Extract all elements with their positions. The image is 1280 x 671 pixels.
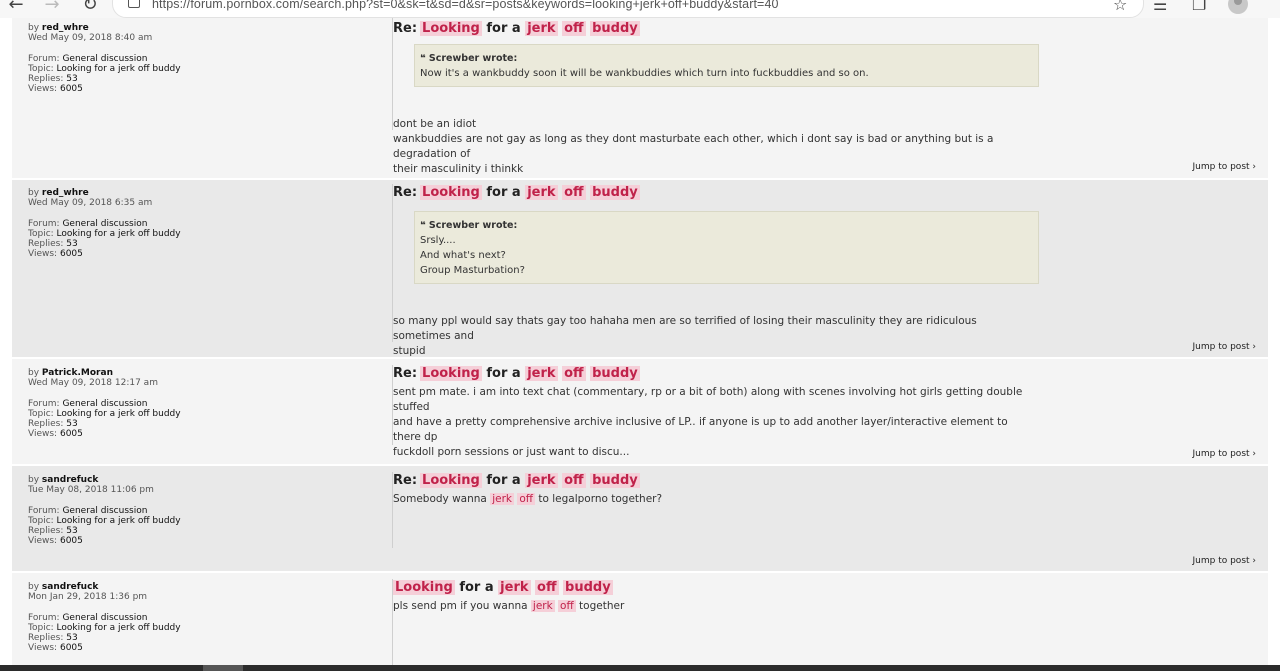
post-date: Tue May 08, 2018 11:06 pm xyxy=(28,485,154,496)
post-title-link[interactable]: Re: Looking for a jerk off buddy xyxy=(393,472,1033,490)
post-title-link[interactable]: Re: Looking for a jerk off buddy xyxy=(393,20,1033,38)
quote-block: ❝ Screwber wrote: Now it's a wankbuddy s… xyxy=(414,44,1039,87)
post-body: Re: Looking for a jerk off buddy ❝ Screwb… xyxy=(393,184,1039,359)
topic-link[interactable]: Looking for a jerk off buddy xyxy=(57,516,181,526)
post-meta: by sandrefuck Tue May 08, 2018 11:06 pm … xyxy=(28,475,181,547)
jump-to-post-link[interactable]: Jump to post › xyxy=(1193,449,1257,459)
post-title-link[interactable]: Looking for a jerk off buddy xyxy=(393,579,1033,597)
forum-link[interactable]: General discussion xyxy=(62,219,147,229)
post-date: Wed May 09, 2018 6:35 am xyxy=(28,198,153,209)
forum-link[interactable]: General discussion xyxy=(62,399,147,409)
post-meta: by red_whre Wed May 09, 2018 8:40 am For… xyxy=(28,23,181,95)
post-content: so many ppl would say thats gay too haha… xyxy=(393,315,977,357)
post-content: sent pm mate. i am into text chat (comme… xyxy=(393,386,1023,458)
topic-link[interactable]: Looking for a jerk off buddy xyxy=(57,64,181,74)
post-body: Looking for a jerk off buddy pls send pm… xyxy=(393,579,1033,614)
favorites-list-icon[interactable]: ☰ xyxy=(1153,0,1167,14)
taskbar-strip xyxy=(0,665,1280,671)
refresh-icon[interactable]: ↻ xyxy=(78,0,102,16)
topic-link[interactable]: Looking for a jerk off buddy xyxy=(57,229,181,239)
topic-link[interactable]: Looking for a jerk off buddy xyxy=(57,409,181,419)
post-content: Somebody wanna jerk off to legalporno to… xyxy=(393,493,663,505)
profile-avatar-icon[interactable] xyxy=(1228,0,1248,14)
author-link[interactable]: red_whre xyxy=(42,188,89,198)
search-result-post: by red_whre Wed May 09, 2018 6:35 am For… xyxy=(12,180,1268,357)
jump-to-post-link[interactable]: Jump to post › xyxy=(1193,556,1257,566)
forum-link[interactable]: General discussion xyxy=(62,613,147,623)
post-body: Re: Looking for a jerk off buddy Somebody… xyxy=(393,472,1033,507)
post-content: dont be an idiot wankbuddies are not gay… xyxy=(393,118,994,175)
collections-icon[interactable]: ❐ xyxy=(1192,0,1206,14)
post-date: Wed May 09, 2018 8:40 am xyxy=(28,33,153,44)
forum-link[interactable]: General discussion xyxy=(62,54,147,64)
back-arrow-icon[interactable]: ← xyxy=(4,0,28,16)
author-link[interactable]: sandrefuck xyxy=(42,582,98,592)
search-result-post: by sandrefuck Tue May 08, 2018 11:06 pm … xyxy=(12,466,1268,571)
search-result-post: by Patrick.Moran Wed May 09, 2018 12:17 … xyxy=(12,359,1268,464)
post-title-link[interactable]: Re: Looking for a jerk off buddy xyxy=(393,365,1033,383)
author-link[interactable]: Patrick.Moran xyxy=(42,368,113,378)
forum-link[interactable]: General discussion xyxy=(62,506,147,516)
search-result-post: by sandrefuck Mon Jan 29, 2018 1:36 pm F… xyxy=(12,573,1268,665)
quote-block: ❝ Screwber wrote: Srsly.... And what's n… xyxy=(414,211,1039,284)
post-meta: by sandrefuck Mon Jan 29, 2018 1:36 pm F… xyxy=(28,582,181,654)
post-date: Mon Jan 29, 2018 1:36 pm xyxy=(28,592,148,603)
post-date: Wed May 09, 2018 12:17 am xyxy=(28,378,158,389)
post-meta: by Patrick.Moran Wed May 09, 2018 12:17 … xyxy=(28,368,181,440)
lock-icon[interactable] xyxy=(128,0,140,8)
post-body: Re: Looking for a jerk off buddy ❝ Screwb… xyxy=(393,20,1039,177)
post-title-link[interactable]: Re: Looking for a jerk off buddy xyxy=(393,184,1033,202)
taskbar-segment xyxy=(203,665,243,671)
author-link[interactable]: red_whre xyxy=(42,23,89,33)
jump-to-post-link[interactable]: Jump to post › xyxy=(1193,162,1257,172)
forward-arrow-icon[interactable]: → xyxy=(40,0,64,16)
author-link[interactable]: sandrefuck xyxy=(42,475,98,485)
browser-toolbar: ← → ↻ https://forum.pornbox.com/search.p… xyxy=(0,0,1280,18)
post-body: Re: Looking for a jerk off buddy sent pm … xyxy=(393,365,1033,460)
jump-to-post-link[interactable]: Jump to post › xyxy=(1193,342,1257,352)
url-text[interactable]: https://forum.pornbox.com/search.php?st=… xyxy=(152,0,779,11)
post-content: pls send pm if you wanna jerk off togeth… xyxy=(393,600,625,612)
search-result-post: by red_whre Wed May 09, 2018 8:40 am For… xyxy=(12,18,1268,178)
topic-link[interactable]: Looking for a jerk off buddy xyxy=(57,623,181,633)
favorite-star-icon[interactable]: ☆ xyxy=(1113,0,1127,14)
post-meta: by red_whre Wed May 09, 2018 6:35 am For… xyxy=(28,188,181,260)
